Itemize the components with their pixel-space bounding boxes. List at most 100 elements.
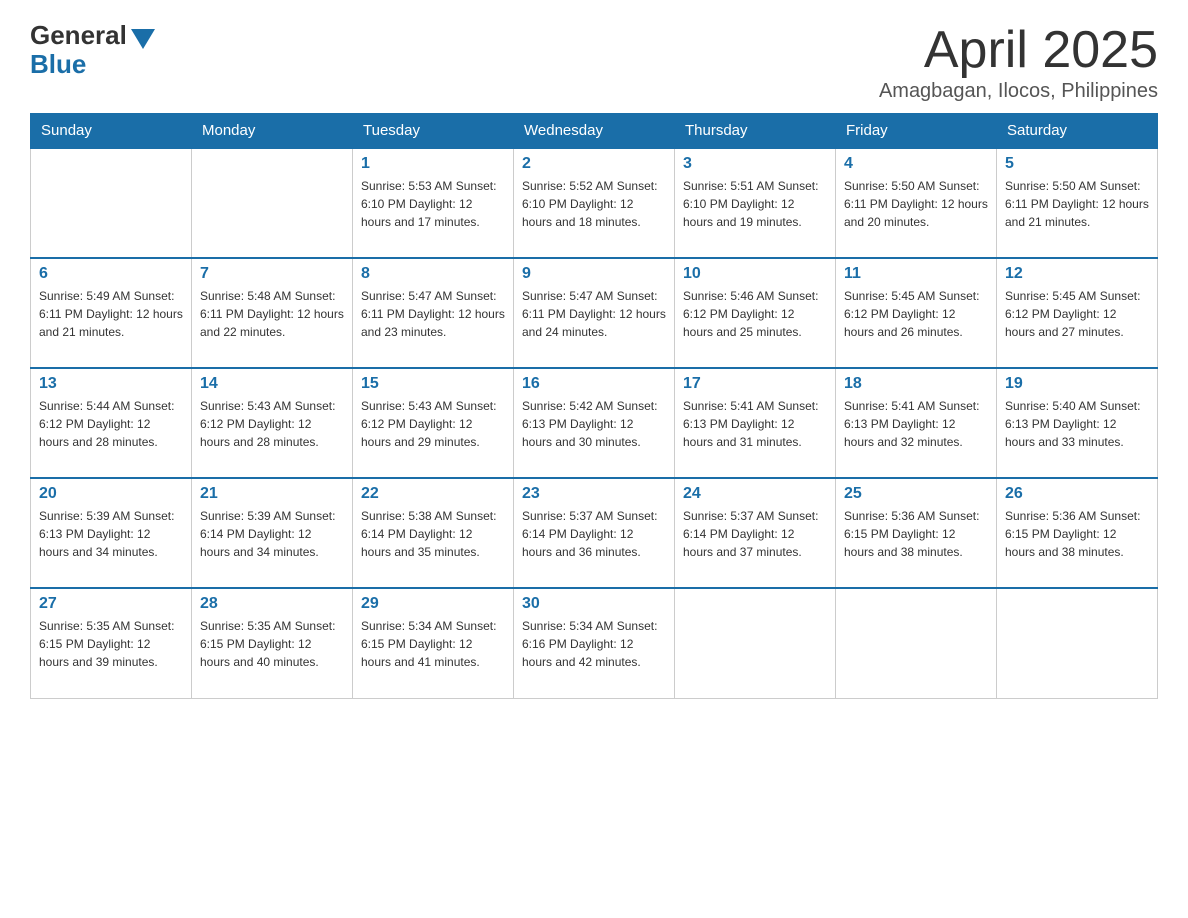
day-info: Sunrise: 5:50 AM Sunset: 6:11 PM Dayligh…: [844, 177, 988, 231]
day-info: Sunrise: 5:40 AM Sunset: 6:13 PM Dayligh…: [1005, 397, 1149, 451]
calendar-cell: 26 Sunrise: 5:36 AM Sunset: 6:15 PM Dayli…: [997, 478, 1158, 588]
calendar-cell: 4 Sunrise: 5:50 AM Sunset: 6:11 PM Daylig…: [836, 148, 997, 258]
calendar-cell: 17 Sunrise: 5:41 AM Sunset: 6:13 PM Dayli…: [675, 368, 836, 478]
calendar-cell: 11Sunrise: 5:45 AM Sunset: 6:12 PM Dayli…: [836, 258, 997, 368]
calendar-cell: 6Sunrise: 5:49 AM Sunset: 6:11 PM Daylig…: [31, 258, 192, 368]
day-number: 28: [200, 595, 344, 613]
day-number: 16: [522, 375, 666, 393]
calendar-cell: 9 Sunrise: 5:47 AM Sunset: 6:11 PM Daylig…: [514, 258, 675, 368]
day-info: Sunrise: 5:34 AM Sunset: 6:15 PM Dayligh…: [361, 617, 505, 671]
calendar-cell: 28 Sunrise: 5:35 AM Sunset: 6:15 PM Dayli…: [192, 588, 353, 698]
day-info: Sunrise: 5:44 AM Sunset: 6:12 PM Dayligh…: [39, 397, 183, 451]
day-number: 11: [844, 265, 988, 283]
logo-arrow-icon: [131, 29, 155, 49]
calendar-week-row-1: 1 Sunrise: 5:53 AM Sunset: 6:10 PM Daylig…: [31, 148, 1158, 258]
calendar-week-row-5: 27 Sunrise: 5:35 AM Sunset: 6:15 PM Dayli…: [31, 588, 1158, 698]
calendar-header-sunday: Sunday: [31, 114, 192, 149]
logo: General Blue: [30, 20, 155, 80]
day-info: Sunrise: 5:35 AM Sunset: 6:15 PM Dayligh…: [39, 617, 183, 671]
day-number: 21: [200, 485, 344, 503]
day-info: Sunrise: 5:53 AM Sunset: 6:10 PM Dayligh…: [361, 177, 505, 231]
day-number: 26: [1005, 485, 1149, 503]
day-number: 27: [39, 595, 183, 613]
day-info: Sunrise: 5:46 AM Sunset: 6:12 PM Dayligh…: [683, 287, 827, 341]
calendar-week-row-2: 6Sunrise: 5:49 AM Sunset: 6:11 PM Daylig…: [31, 258, 1158, 368]
logo-general-text: General: [30, 20, 127, 51]
day-info: Sunrise: 5:48 AM Sunset: 6:11 PM Dayligh…: [200, 287, 344, 341]
calendar-cell: 21 Sunrise: 5:39 AM Sunset: 6:14 PM Dayli…: [192, 478, 353, 588]
calendar-cell: 16 Sunrise: 5:42 AM Sunset: 6:13 PM Dayli…: [514, 368, 675, 478]
day-info: Sunrise: 5:47 AM Sunset: 6:11 PM Dayligh…: [361, 287, 505, 341]
day-number: 2: [522, 155, 666, 173]
calendar-header-row: SundayMondayTuesdayWednesdayThursdayFrid…: [31, 114, 1158, 149]
day-info: Sunrise: 5:52 AM Sunset: 6:10 PM Dayligh…: [522, 177, 666, 231]
day-info: Sunrise: 5:49 AM Sunset: 6:11 PM Dayligh…: [39, 287, 183, 341]
calendar-cell: 23Sunrise: 5:37 AM Sunset: 6:14 PM Dayli…: [514, 478, 675, 588]
calendar-header-friday: Friday: [836, 114, 997, 149]
calendar-cell: 15 Sunrise: 5:43 AM Sunset: 6:12 PM Dayli…: [353, 368, 514, 478]
calendar-cell: 3 Sunrise: 5:51 AM Sunset: 6:10 PM Daylig…: [675, 148, 836, 258]
calendar-cell: 27 Sunrise: 5:35 AM Sunset: 6:15 PM Dayli…: [31, 588, 192, 698]
day-number: 7: [200, 265, 344, 283]
calendar-header-tuesday: Tuesday: [353, 114, 514, 149]
calendar-header-wednesday: Wednesday: [514, 114, 675, 149]
day-info: Sunrise: 5:47 AM Sunset: 6:11 PM Dayligh…: [522, 287, 666, 341]
calendar-table: SundayMondayTuesdayWednesdayThursdayFrid…: [30, 113, 1158, 699]
day-number: 19: [1005, 375, 1149, 393]
logo-blue-text: Blue: [30, 49, 86, 80]
day-info: Sunrise: 5:34 AM Sunset: 6:16 PM Dayligh…: [522, 617, 666, 671]
calendar-cell: 22 Sunrise: 5:38 AM Sunset: 6:14 PM Dayli…: [353, 478, 514, 588]
day-number: 3: [683, 155, 827, 173]
day-number: 18: [844, 375, 988, 393]
day-number: 30: [522, 595, 666, 613]
day-number: 1: [361, 155, 505, 173]
month-title: April 2025: [879, 20, 1158, 80]
calendar-cell: 24Sunrise: 5:37 AM Sunset: 6:14 PM Dayli…: [675, 478, 836, 588]
calendar-cell: [31, 148, 192, 258]
day-number: 14: [200, 375, 344, 393]
page-header: General Blue April 2025 Amagbagan, Iloco…: [30, 20, 1158, 103]
day-info: Sunrise: 5:42 AM Sunset: 6:13 PM Dayligh…: [522, 397, 666, 451]
calendar-cell: 10 Sunrise: 5:46 AM Sunset: 6:12 PM Dayli…: [675, 258, 836, 368]
calendar-cell: 2 Sunrise: 5:52 AM Sunset: 6:10 PM Daylig…: [514, 148, 675, 258]
day-number: 20: [39, 485, 183, 503]
calendar-header-monday: Monday: [192, 114, 353, 149]
calendar-cell: 30 Sunrise: 5:34 AM Sunset: 6:16 PM Dayli…: [514, 588, 675, 698]
calendar-cell: 29Sunrise: 5:34 AM Sunset: 6:15 PM Dayli…: [353, 588, 514, 698]
day-number: 13: [39, 375, 183, 393]
calendar-week-row-4: 20Sunrise: 5:39 AM Sunset: 6:13 PM Dayli…: [31, 478, 1158, 588]
day-info: Sunrise: 5:39 AM Sunset: 6:14 PM Dayligh…: [200, 507, 344, 561]
day-number: 23: [522, 485, 666, 503]
day-info: Sunrise: 5:36 AM Sunset: 6:15 PM Dayligh…: [1005, 507, 1149, 561]
calendar-cell: 14Sunrise: 5:43 AM Sunset: 6:12 PM Dayli…: [192, 368, 353, 478]
calendar-cell: 20Sunrise: 5:39 AM Sunset: 6:13 PM Dayli…: [31, 478, 192, 588]
day-number: 15: [361, 375, 505, 393]
calendar-cell: 8 Sunrise: 5:47 AM Sunset: 6:11 PM Daylig…: [353, 258, 514, 368]
calendar-cell: 12 Sunrise: 5:45 AM Sunset: 6:12 PM Dayli…: [997, 258, 1158, 368]
calendar-cell: 25Sunrise: 5:36 AM Sunset: 6:15 PM Dayli…: [836, 478, 997, 588]
day-info: Sunrise: 5:41 AM Sunset: 6:13 PM Dayligh…: [683, 397, 827, 451]
day-number: 24: [683, 485, 827, 503]
day-number: 22: [361, 485, 505, 503]
day-number: 5: [1005, 155, 1149, 173]
day-number: 4: [844, 155, 988, 173]
calendar-cell: 5Sunrise: 5:50 AM Sunset: 6:11 PM Daylig…: [997, 148, 1158, 258]
calendar-cell: [836, 588, 997, 698]
calendar-cell: 13 Sunrise: 5:44 AM Sunset: 6:12 PM Dayli…: [31, 368, 192, 478]
day-info: Sunrise: 5:38 AM Sunset: 6:14 PM Dayligh…: [361, 507, 505, 561]
day-info: Sunrise: 5:45 AM Sunset: 6:12 PM Dayligh…: [1005, 287, 1149, 341]
day-number: 9: [522, 265, 666, 283]
calendar-cell: 1 Sunrise: 5:53 AM Sunset: 6:10 PM Daylig…: [353, 148, 514, 258]
calendar-cell: 18Sunrise: 5:41 AM Sunset: 6:13 PM Dayli…: [836, 368, 997, 478]
day-info: Sunrise: 5:43 AM Sunset: 6:12 PM Dayligh…: [361, 397, 505, 451]
day-info: Sunrise: 5:35 AM Sunset: 6:15 PM Dayligh…: [200, 617, 344, 671]
calendar-cell: 7 Sunrise: 5:48 AM Sunset: 6:11 PM Daylig…: [192, 258, 353, 368]
day-number: 17: [683, 375, 827, 393]
day-info: Sunrise: 5:36 AM Sunset: 6:15 PM Dayligh…: [844, 507, 988, 561]
day-number: 8: [361, 265, 505, 283]
day-number: 12: [1005, 265, 1149, 283]
day-number: 10: [683, 265, 827, 283]
calendar-cell: [192, 148, 353, 258]
day-info: Sunrise: 5:51 AM Sunset: 6:10 PM Dayligh…: [683, 177, 827, 231]
calendar-header-thursday: Thursday: [675, 114, 836, 149]
